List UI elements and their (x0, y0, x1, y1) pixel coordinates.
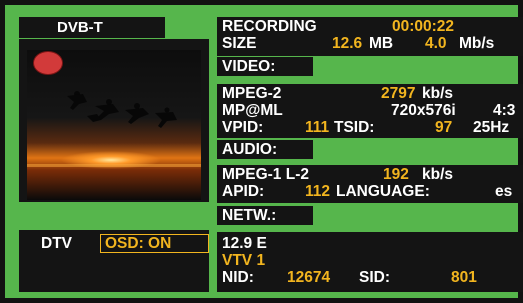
video-preview-panel (19, 39, 209, 202)
size-value: 12.6 (332, 35, 363, 52)
rate-value: 4.0 (425, 35, 447, 52)
osd-toggle[interactable]: OSD: ON (100, 234, 209, 253)
tsid-value: 97 (435, 119, 453, 136)
video-frequency: 25Hz (473, 119, 510, 136)
vpid-value: 111 (305, 119, 330, 136)
video-info-panel: MPEG-2 2797 kb/s MP@ML 720x576i 4:3 VPID… (217, 84, 523, 138)
size-unit: MB (369, 35, 394, 52)
source-label: DVB-T (57, 19, 103, 36)
audio-header-label: AUDIO: (222, 141, 278, 158)
network-info-panel: 12.9 E VTV 1 NID: 12674 SID: 801 (217, 232, 523, 292)
audio-section-header: AUDIO: (217, 140, 313, 159)
rate-unit: Mb/s (459, 35, 495, 52)
osd-status-panel: DTV OSD: ON (19, 230, 209, 292)
audio-info-panel: MPEG-1 L-2 192 kb/s APID: 112 LANGUAGE: … (217, 165, 523, 203)
audio-bitrate: 192 (383, 166, 409, 183)
nid-value: 12674 (287, 269, 331, 286)
video-bitrate: 2797 (381, 85, 416, 102)
size-label: SIZE (222, 35, 257, 52)
nid-label: NID: (222, 269, 254, 286)
audio-codec: MPEG-1 L-2 (222, 166, 309, 183)
tsid-label: TSID: (334, 119, 375, 136)
satellite-position: 12.9 E (222, 235, 267, 252)
apid-label: APID: (222, 183, 265, 200)
sid-value: 801 (451, 269, 477, 286)
video-bitrate-unit: kb/s (422, 85, 454, 102)
language-value: es (495, 183, 513, 200)
recording-time: 00:00:22 (392, 18, 455, 35)
recording-label: RECORDING (222, 18, 317, 35)
apid-value: 112 (305, 183, 331, 200)
mode-label: DTV (41, 235, 72, 252)
source-tag: DVB-T (19, 17, 165, 38)
recording-panel: RECORDING 00:00:22 SIZE 12.6 MB 4.0 Mb/s (217, 17, 523, 56)
osd-info-screen: DVB-T DTV OSD: ON RECORDING 00:00:22 SIZ… (0, 0, 523, 303)
video-codec: MPEG-2 (222, 85, 282, 102)
video-resolution: 720x576i (391, 102, 456, 119)
audio-bitrate-unit: kb/s (422, 166, 454, 183)
osd-status-label: OSD: ON (105, 235, 172, 252)
vpid-label: VPID: (222, 119, 264, 136)
language-label: LANGUAGE: (336, 183, 430, 200)
record-indicator-icon (33, 51, 63, 75)
video-aspect: 4:3 (493, 102, 516, 119)
video-header-label: VIDEO: (222, 58, 276, 75)
network-section-header: NETW.: (217, 206, 313, 225)
sid-label: SID: (359, 269, 390, 286)
video-section-header: VIDEO: (217, 57, 313, 76)
video-profile: MP@ML (222, 102, 283, 119)
network-header-label: NETW.: (222, 207, 277, 224)
channel-name: VTV 1 (222, 252, 266, 269)
